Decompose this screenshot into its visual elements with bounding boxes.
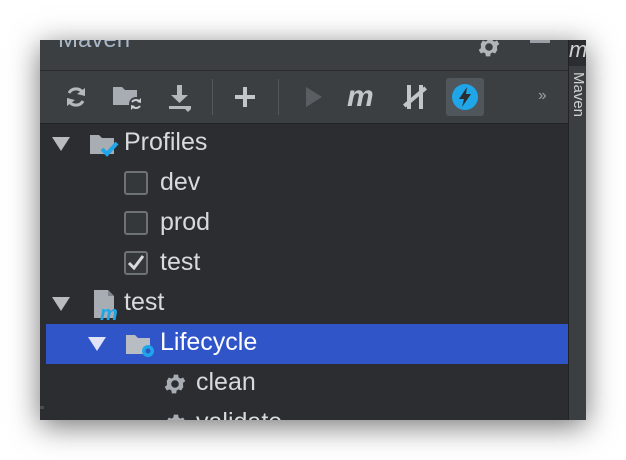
gear-icon bbox=[164, 374, 186, 394]
tree-row-goal-clean[interactable]: clean bbox=[46, 364, 568, 404]
refresh-icon bbox=[67, 87, 85, 107]
gear-icon[interactable] bbox=[476, 40, 502, 60]
reload-button[interactable] bbox=[57, 78, 95, 116]
tree-row-project[interactable]: m test bbox=[46, 284, 568, 324]
left-gutter bbox=[40, 124, 46, 420]
tree-row-goal-validate[interactable]: validate bbox=[46, 404, 568, 420]
lifecycle-folder-icon bbox=[126, 335, 154, 357]
more-actions-chevron-icon[interactable]: ›› bbox=[538, 87, 547, 105]
minimize-button[interactable] bbox=[530, 40, 550, 43]
tool-window-header: Maven bbox=[40, 40, 568, 71]
side-tool-glyph: m bbox=[569, 40, 586, 66]
profile-label: prod bbox=[160, 208, 211, 236]
toolbar-separator bbox=[278, 79, 279, 115]
toggle-offline-mode-button[interactable] bbox=[446, 78, 484, 116]
run-icon bbox=[306, 87, 322, 107]
profiles-folder-icon bbox=[90, 135, 119, 157]
tree-label: Lifecycle bbox=[160, 328, 258, 356]
tree-label: test bbox=[124, 288, 165, 316]
profile-checkbox-checked[interactable] bbox=[124, 251, 148, 275]
download-sources-button[interactable] bbox=[161, 78, 199, 116]
maven-project-icon: m bbox=[94, 290, 118, 322]
plus-icon bbox=[235, 87, 255, 107]
goal-label: validate bbox=[196, 408, 282, 420]
maven-m-icon: m bbox=[347, 82, 374, 112]
tree-row-lifecycle[interactable]: Lifecycle bbox=[46, 324, 568, 364]
svg-text:m: m bbox=[100, 303, 118, 322]
expand-arrow-icon[interactable] bbox=[88, 337, 106, 351]
run-goal-button[interactable] bbox=[294, 78, 332, 116]
tree-row-profiles[interactable]: Profiles bbox=[46, 124, 568, 164]
tree-label: Profiles bbox=[124, 128, 208, 156]
side-tool-strip: m Maven bbox=[568, 40, 586, 420]
profile-checkbox[interactable] bbox=[124, 211, 148, 235]
profile-checkbox[interactable] bbox=[124, 171, 148, 195]
profile-label: test bbox=[160, 248, 201, 276]
execute-goal-button[interactable]: m bbox=[344, 78, 382, 116]
gear-icon bbox=[167, 414, 185, 420]
side-tab-maven[interactable]: Maven bbox=[570, 72, 586, 132]
generate-sources-button[interactable] bbox=[109, 78, 147, 116]
profile-label: dev bbox=[160, 168, 201, 196]
toolbar-separator bbox=[212, 79, 213, 115]
tree-row-profile-dev[interactable]: dev bbox=[46, 164, 568, 204]
maven-toolbar: m ›› bbox=[40, 71, 568, 124]
checkmark-icon bbox=[127, 255, 145, 271]
add-project-button[interactable] bbox=[226, 78, 264, 116]
skip-tests-icon bbox=[402, 85, 428, 109]
toggle-skip-tests-button[interactable] bbox=[396, 78, 434, 116]
lightning-icon bbox=[452, 84, 478, 110]
folder-refresh-icon bbox=[113, 87, 143, 111]
download-icon bbox=[169, 85, 191, 112]
tool-window-title: Maven bbox=[58, 40, 130, 54]
goal-label: clean bbox=[196, 368, 256, 396]
expand-arrow-icon[interactable] bbox=[52, 297, 70, 311]
svg-text:m: m bbox=[347, 82, 374, 112]
expand-arrow-icon[interactable] bbox=[52, 137, 70, 151]
maven-tool-window: Maven bbox=[40, 40, 586, 420]
tree-row-profile-prod[interactable]: prod bbox=[46, 204, 568, 244]
tree-row-profile-test[interactable]: test bbox=[46, 244, 568, 284]
maven-projects-tree: Profiles dev prod test m test Lifecycle … bbox=[40, 124, 568, 420]
